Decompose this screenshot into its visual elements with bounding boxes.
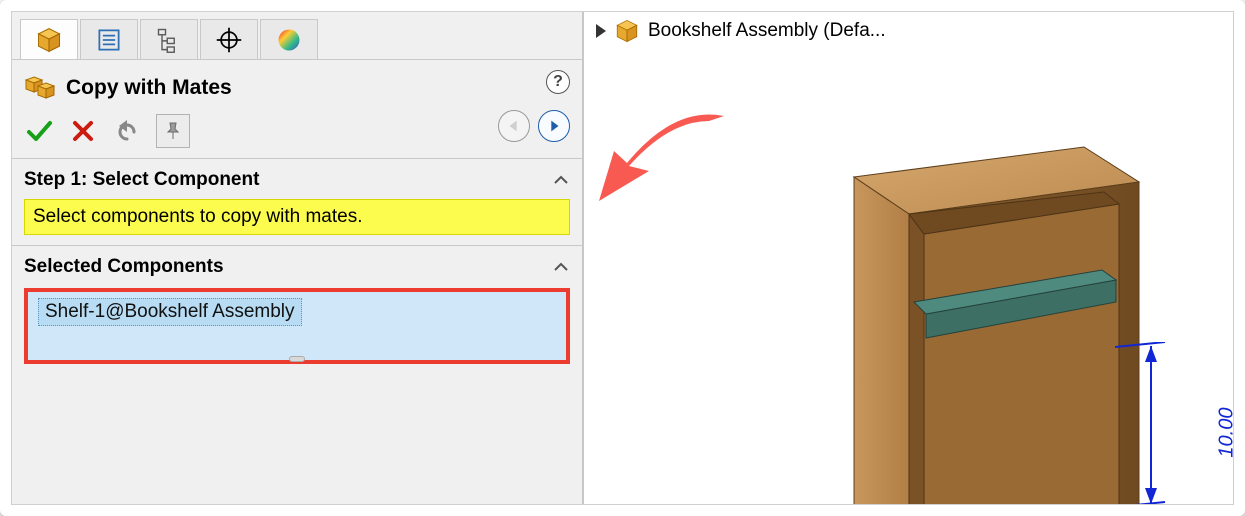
step1-section: Step 1: Select Component Select componen… (12, 158, 582, 245)
x-icon (71, 119, 95, 143)
tab-dimxpert-manager[interactable] (200, 19, 258, 59)
tree-icon (155, 26, 183, 54)
step1-header: Step 1: Select Component (24, 169, 259, 191)
action-row (12, 110, 582, 158)
undo-button[interactable] (112, 116, 142, 146)
box-icon (35, 26, 63, 54)
selected-section: Selected Components Shelf-1@Bookshelf As… (12, 245, 582, 374)
tab-configuration-manager[interactable] (140, 19, 198, 59)
pin-icon (163, 121, 183, 141)
tab-display-manager[interactable] (260, 19, 318, 59)
manager-tabs (12, 12, 582, 60)
graphics-area[interactable]: Bookshelf Assembly (Defa... (584, 12, 1233, 504)
3d-model (794, 142, 1194, 504)
property-manager-pane: Copy with Mates ? (12, 12, 584, 504)
check-icon (25, 117, 53, 145)
selected-item[interactable]: Shelf-1@Bookshelf Assembly (38, 298, 302, 326)
appearance-icon (275, 26, 303, 54)
step1-hint: Select components to copy with mates. (24, 199, 570, 235)
cancel-button[interactable] (68, 116, 98, 146)
help-button[interactable]: ? (546, 70, 570, 94)
selected-components-list[interactable]: Shelf-1@Bookshelf Assembly (24, 288, 570, 364)
pin-button[interactable] (156, 114, 190, 148)
target-icon (215, 26, 243, 54)
dimension-graphic (1105, 342, 1205, 504)
chevron-up-icon[interactable] (552, 171, 570, 189)
assembly-icon (614, 18, 640, 44)
resize-handle[interactable] (289, 356, 305, 362)
dimension-value[interactable]: 10.00 (1216, 408, 1234, 458)
chevron-up-icon[interactable] (552, 258, 570, 276)
arrow-right-icon (545, 117, 563, 135)
panel-title: Copy with Mates (66, 76, 232, 100)
next-button[interactable] (538, 110, 570, 142)
arrow-left-icon (505, 117, 523, 135)
panel-title-row: Copy with Mates ? (12, 60, 582, 110)
tab-property-manager[interactable] (80, 19, 138, 59)
prev-button[interactable] (498, 110, 530, 142)
tree-root-label: Bookshelf Assembly (Defa... (648, 20, 886, 42)
undo-icon (114, 118, 140, 144)
ok-button[interactable] (24, 116, 54, 146)
copy-with-mates-icon (24, 72, 56, 104)
tab-feature-manager[interactable] (20, 19, 78, 59)
chevron-right-icon[interactable] (596, 24, 606, 38)
list-icon (95, 26, 123, 54)
selected-header: Selected Components (24, 256, 224, 278)
flyout-tree-root[interactable]: Bookshelf Assembly (Defa... (596, 18, 886, 44)
